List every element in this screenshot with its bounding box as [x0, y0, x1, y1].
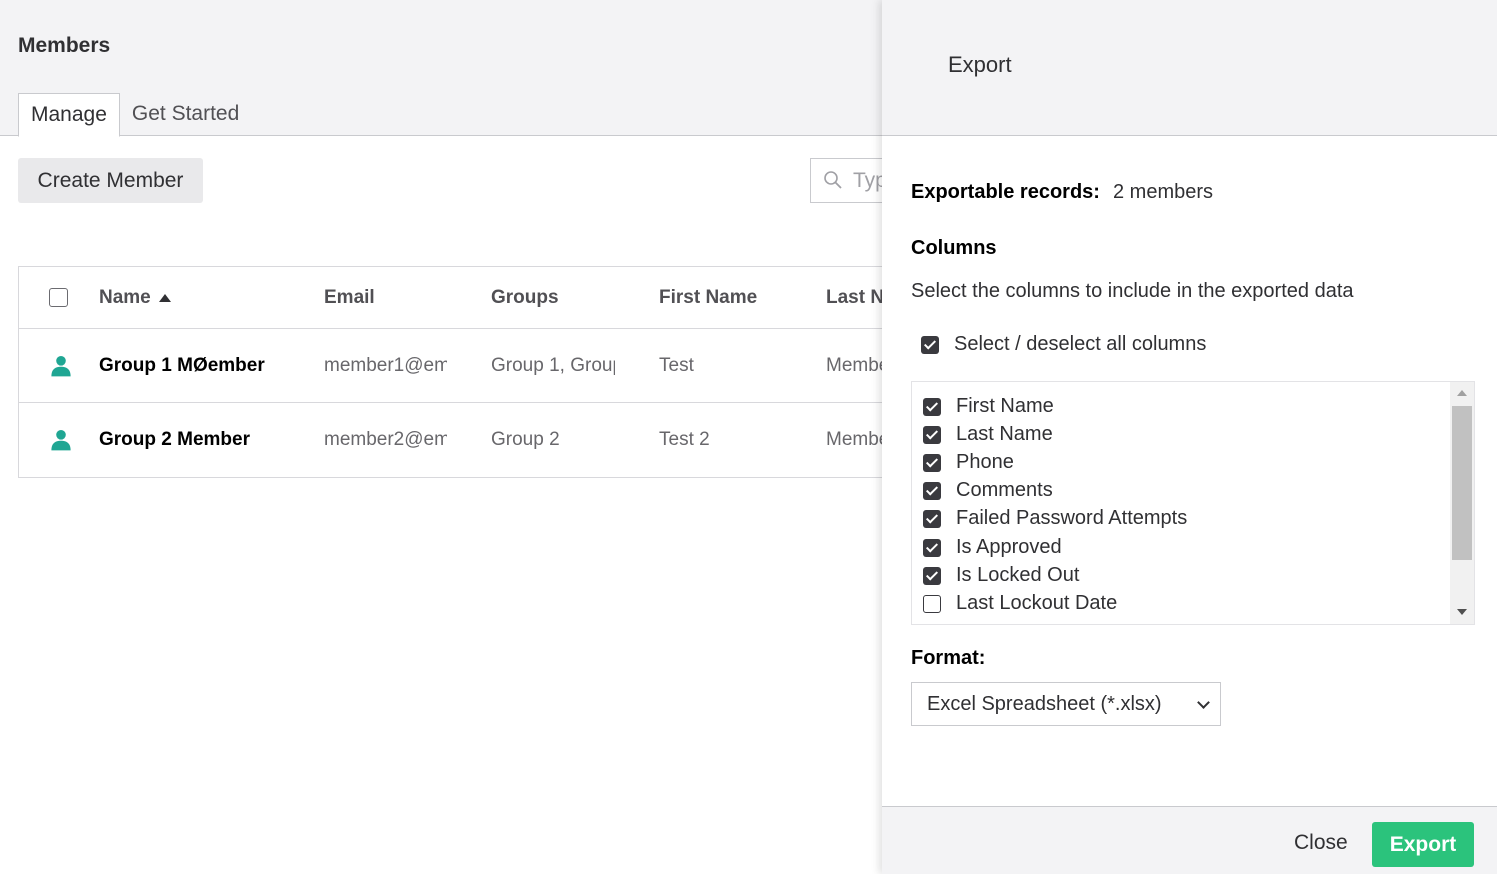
column-option[interactable]: Is Approved [923, 536, 1062, 559]
close-button[interactable]: Close [1280, 823, 1362, 863]
header-select-cell [49, 267, 73, 328]
scroll-down-arrow-icon[interactable] [1457, 609, 1467, 615]
column-option-label: Failed Password Attempts [956, 507, 1188, 529]
column-option-label: Is Approved [956, 536, 1062, 558]
select-all-checkbox[interactable] [921, 335, 939, 354]
select-all-columns-toggle[interactable]: Select / deselect all columns [921, 333, 1206, 356]
column-option[interactable]: Comments [923, 479, 1053, 502]
column-option-label: First Name [956, 395, 1054, 417]
export-panel-title: Export [948, 52, 1012, 77]
member-avatar-icon [51, 355, 71, 376]
export-panel-footer: Close Export [882, 806, 1497, 874]
member-last-name: Member [826, 354, 882, 376]
sort-ascending-icon [158, 293, 171, 302]
avatar-cell [49, 403, 73, 477]
member-email: member1@email.com [324, 354, 447, 376]
tab-manage[interactable]: Manage [18, 93, 120, 137]
exportable-records-label: Exportable records: [911, 181, 1100, 203]
column-options-list: First Name Last Name Phone Comments Fail… [911, 381, 1475, 625]
exportable-records-value: 2 members [1113, 181, 1214, 203]
member-groups: Group 2 [491, 429, 560, 450]
member-last-name: Member [826, 429, 882, 450]
column-option[interactable]: Is Locked Out [923, 564, 1079, 587]
format-selected-value: Excel Spreadsheet (*.xlsx) [927, 692, 1162, 715]
column-header-first-name[interactable]: First Name [659, 267, 799, 328]
tabs: Manage Get Started [18, 93, 251, 137]
column-checkbox[interactable] [923, 397, 941, 416]
members-table: Name Email Groups First Name Last Name G… [18, 266, 882, 478]
table-header: Name Email Groups First Name Last Name [19, 267, 882, 329]
column-checkbox[interactable] [923, 566, 941, 585]
column-option[interactable]: Last Name [923, 423, 1053, 446]
column-header-email[interactable]: Email [324, 267, 447, 328]
column-option-label: Comments [956, 479, 1053, 501]
column-list-scrollbar[interactable] [1450, 382, 1474, 624]
member-first-name: Test 2 [659, 429, 710, 450]
member-groups: Group 1, Group 2 [491, 354, 615, 376]
export-panel: Export Exportable records: 2 members Col… [882, 0, 1497, 874]
column-option[interactable]: Failed Password Attempts [923, 507, 1187, 530]
members-section: Members Manage Get Started Create Member… [0, 0, 882, 874]
format-label: Format: [911, 647, 986, 669]
column-option-label: Last Name [956, 423, 1053, 445]
page-title: Members [18, 34, 111, 57]
table-row[interactable]: Group 1 MØember member1@email.com Group … [19, 329, 882, 403]
tab-get-started[interactable]: Get Started [120, 93, 251, 136]
create-member-button[interactable]: Create Member [18, 158, 203, 203]
format-select[interactable]: Excel Spreadsheet (*.xlsx) [911, 682, 1221, 726]
member-name[interactable]: Group 2 Member [99, 403, 299, 477]
columns-description: Select the columns to include in the exp… [911, 280, 1354, 302]
column-option-label: Is Locked Out [956, 564, 1080, 586]
select-all-label: Select / deselect all columns [954, 333, 1207, 355]
chevron-down-icon [1197, 696, 1210, 709]
column-checkbox[interactable] [923, 453, 941, 472]
member-avatar-icon [51, 430, 71, 451]
avatar-cell [49, 329, 73, 402]
members-header: Members Manage Get Started [0, 0, 882, 137]
column-header-label: Name [99, 286, 151, 308]
select-all-rows-checkbox[interactable] [49, 288, 68, 307]
search-box[interactable] [810, 158, 882, 203]
column-header-name[interactable]: Name [99, 267, 299, 328]
scroll-thumb[interactable] [1452, 406, 1472, 560]
column-option-label: Last Lockout Date [956, 592, 1118, 614]
column-option-label: Phone [956, 451, 1014, 473]
scroll-up-arrow-icon[interactable] [1457, 390, 1467, 396]
search-input[interactable] [853, 167, 882, 195]
column-checkbox[interactable] [923, 481, 941, 500]
column-checkbox[interactable] [923, 594, 941, 613]
export-panel-header: Export [882, 0, 1497, 136]
column-checkbox[interactable] [923, 509, 941, 528]
column-option[interactable]: Phone [923, 451, 1014, 474]
member-name[interactable]: Group 1 MØember [99, 329, 299, 402]
column-option[interactable]: Last Lockout Date [923, 592, 1117, 615]
columns-title: Columns [911, 237, 997, 259]
export-button[interactable]: Export [1372, 822, 1474, 867]
column-checkbox[interactable] [923, 538, 941, 557]
column-checkbox[interactable] [923, 425, 941, 444]
member-email: member2@email.com [324, 429, 447, 450]
column-option[interactable]: First Name [923, 395, 1054, 418]
column-header-groups[interactable]: Groups [491, 267, 615, 328]
search-icon [824, 171, 842, 189]
table-row[interactable]: Group 2 Member member2@email.com Group 2… [19, 403, 882, 477]
column-header-last-name[interactable]: Last Name [826, 267, 882, 328]
member-first-name: Test [659, 354, 694, 376]
